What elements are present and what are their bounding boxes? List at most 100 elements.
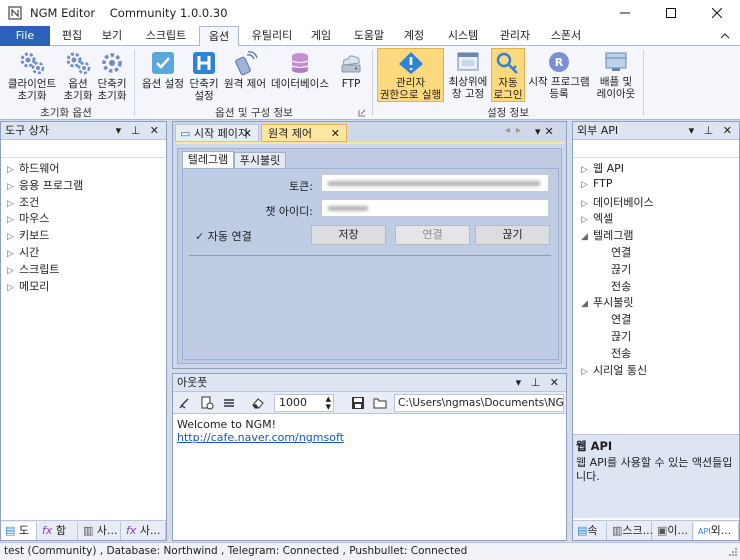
output-path-field[interactable]: C:\Users\ngmas\Documents\NGM5\: [394, 394, 564, 412]
api-search-input[interactable]: [573, 140, 739, 158]
token-input[interactable]: [321, 174, 549, 192]
expand-arrow-icon[interactable]: ▷: [7, 215, 19, 225]
collapse-ribbon-icon[interactable]: [720, 32, 730, 40]
expand-arrow-icon[interactable]: ▷: [581, 199, 593, 209]
startup-register-button[interactable]: R 시작 프로그램 등록: [526, 50, 592, 100]
pin-icon[interactable]: ⊥: [131, 124, 144, 137]
option-settings-button[interactable]: 옵션 설정: [138, 50, 188, 90]
close-tab-icon[interactable]: ✕: [331, 125, 340, 143]
api-category-item[interactable]: ▷ 웹 API: [581, 160, 624, 176]
bottom-tab-properties[interactable]: ▤속: [573, 522, 607, 540]
auto-connect-checkbox[interactable]: ✓ 자동 연결: [195, 228, 252, 244]
api-category-item[interactable]: ◢ 텔레그램: [581, 227, 633, 243]
bottom-tab-script[interactable]: ▥스크...: [608, 522, 653, 540]
menu-account[interactable]: 계정: [396, 26, 432, 46]
menu-system[interactable]: 시스템: [440, 26, 486, 46]
auto-login-button[interactable]: 자동 로그인: [491, 48, 525, 102]
close-icon[interactable]: ✕: [723, 124, 735, 137]
database-button[interactable]: 데이터베이스: [268, 50, 332, 90]
collapse-arrow-icon[interactable]: ◢: [581, 299, 593, 309]
tab-start-page[interactable]: ▭ 시작 페이지 ✕: [175, 124, 259, 142]
api-action-item[interactable]: 전송: [611, 278, 631, 294]
expand-arrow-icon[interactable]: ▷: [581, 180, 593, 190]
always-on-top-button[interactable]: 최상위에 창 고정: [445, 50, 491, 100]
api-action-item[interactable]: 끊기: [611, 328, 631, 344]
subtab-telegram[interactable]: 텔레그램: [182, 151, 234, 168]
folder-icon[interactable]: [373, 396, 388, 410]
dropdown-icon[interactable]: ▾: [516, 376, 525, 389]
maximize-button[interactable]: [648, 0, 694, 26]
api-action-item[interactable]: 연결: [611, 244, 631, 260]
bottom-tab-user[interactable]: ▥ 사...: [79, 522, 121, 540]
pin-icon[interactable]: ⊥: [704, 124, 717, 137]
eraser-icon[interactable]: [251, 396, 265, 410]
toolbox-item[interactable]: ▷ 시간: [7, 244, 39, 260]
api-category-item[interactable]: ▷ 엑셀: [581, 210, 613, 226]
resize-grip-icon[interactable]: [728, 547, 738, 557]
toolbox-item[interactable]: ▷ 키보드: [7, 227, 49, 243]
chat-id-input[interactable]: [321, 199, 549, 217]
close-document-icon[interactable]: ✕: [545, 125, 558, 138]
bottom-tab-user-function[interactable]: fx 사...: [122, 522, 166, 540]
menu-options[interactable]: 옵션: [199, 26, 239, 47]
toolbox-item[interactable]: ▷ 조건: [7, 194, 39, 210]
tab-remote-control[interactable]: 원격 제어 ✕: [261, 124, 347, 142]
expand-arrow-icon[interactable]: ▷: [581, 165, 593, 175]
dropdown-icon[interactable]: ▾: [689, 124, 698, 137]
menu-admin[interactable]: 관리자: [492, 26, 538, 46]
cafe-link[interactable]: http://cafe.naver.com/ngmsoft: [177, 431, 562, 444]
api-action-item[interactable]: 전송: [611, 345, 631, 361]
menu-utility[interactable]: 유틸리티: [244, 26, 300, 46]
tab-nav-arrows[interactable]: ◂▸: [505, 125, 527, 136]
menu-script[interactable]: 스크립트: [138, 26, 194, 46]
tab-right-arrow-icon[interactable]: ▸: [516, 125, 527, 136]
collapse-arrow-icon[interactable]: ◢: [581, 232, 593, 242]
expand-arrow-icon[interactable]: ▷: [7, 182, 19, 192]
save-button[interactable]: 저장: [311, 225, 386, 245]
tab-left-arrow-icon[interactable]: ◂: [505, 125, 516, 136]
menu-help[interactable]: 도움말: [346, 26, 392, 46]
bottom-tab-external-api[interactable]: API외...: [694, 522, 739, 540]
line-limit-stepper[interactable]: 1000 ▲ ▼: [274, 394, 334, 412]
remote-control-button[interactable]: 원격 제어: [222, 50, 268, 90]
expand-arrow-icon[interactable]: ▷: [7, 199, 19, 209]
save-disk-icon[interactable]: [351, 396, 365, 410]
bottom-tab-function[interactable]: fx 함: [38, 522, 78, 540]
close-tab-icon[interactable]: ✕: [243, 125, 252, 143]
toolbox-item[interactable]: ▷ 메모리: [7, 278, 49, 294]
disconnect-button[interactable]: 끊기: [475, 225, 550, 245]
reset-shortcuts-button[interactable]: 단축키 초기화: [94, 50, 130, 102]
toolbox-item[interactable]: ▷ 하드웨어: [7, 160, 59, 176]
expand-arrow-icon[interactable]: ▷: [7, 266, 19, 276]
expand-arrow-icon[interactable]: ▷: [7, 165, 19, 175]
close-icon[interactable]: ✕: [150, 124, 162, 137]
menu-file[interactable]: File: [0, 26, 50, 46]
expand-arrow-icon[interactable]: ▷: [7, 249, 19, 259]
toolbox-item[interactable]: ▷ 마우스: [7, 210, 49, 226]
minimize-button[interactable]: [602, 0, 648, 26]
toolbox-item[interactable]: ▷ 응용 프로그램: [7, 177, 83, 193]
menu-game[interactable]: 게임: [303, 26, 339, 46]
bottom-tab-image[interactable]: ▣이...: [653, 522, 693, 540]
api-category-item[interactable]: ▷ 시리얼 통신: [581, 362, 647, 378]
menu-view[interactable]: 보기: [94, 26, 130, 46]
document-settings-icon[interactable]: [200, 396, 214, 410]
expand-arrow-icon[interactable]: ▷: [7, 283, 19, 293]
tab-dropdown-icon[interactable]: ▾: [535, 125, 545, 138]
toolbox-search-input[interactable]: [1, 140, 166, 158]
menu-sponsor[interactable]: 스폰서: [543, 26, 589, 46]
api-action-item[interactable]: 연결: [611, 311, 631, 327]
clear-brush-icon[interactable]: [178, 396, 192, 410]
close-button[interactable]: [694, 0, 740, 26]
stepper-arrows-icon[interactable]: ▲ ▼: [326, 395, 331, 411]
toolbox-item[interactable]: ▷ 스크립트: [7, 261, 59, 277]
expand-arrow-icon[interactable]: ▷: [581, 367, 593, 377]
dropdown-icon[interactable]: ▾: [116, 124, 125, 137]
reset-options-button[interactable]: 옵션 초기화: [60, 50, 96, 102]
bottom-tab-toolbox[interactable]: ▤ 도: [1, 522, 37, 540]
ftp-button[interactable]: FTP: [334, 50, 368, 90]
lines-icon[interactable]: [222, 396, 236, 410]
close-icon[interactable]: ✕: [550, 376, 562, 389]
subtab-pushbullet[interactable]: 푸시불릿: [234, 152, 286, 168]
expand-arrow-icon[interactable]: ▷: [7, 232, 19, 242]
